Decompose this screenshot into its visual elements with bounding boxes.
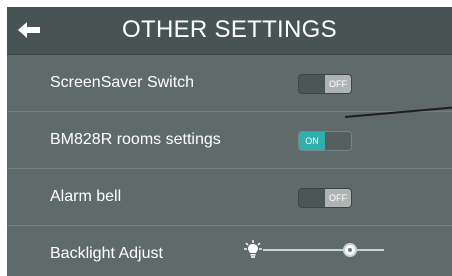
toggle-state-text: OFF [325, 189, 351, 207]
setting-label-bm828r: BM828R rooms settings [50, 131, 221, 148]
screensaver-toggle[interactable]: OFF [298, 74, 352, 94]
setting-row-backlight: Backlight Adjust [7, 226, 452, 276]
setting-label-backlight: Backlight Adjust [50, 245, 163, 262]
setting-row-bm828r: BM828R rooms settings ON [7, 112, 452, 169]
alarm-bell-toggle[interactable]: OFF [298, 188, 352, 208]
toggle-state-text: ON [299, 132, 325, 150]
setting-row-alarm-bell: Alarm bell OFF [7, 169, 452, 226]
bulb-icon [244, 240, 262, 258]
header-bar: OTHER SETTINGS [7, 7, 452, 55]
setting-label-alarm-bell: Alarm bell [50, 188, 122, 205]
page-title: OTHER SETTINGS [122, 16, 337, 43]
backlight-slider-track[interactable] [263, 249, 384, 251]
backlight-slider-thumb[interactable] [343, 243, 358, 257]
bm828r-rooms-toggle[interactable]: ON [298, 131, 352, 151]
setting-label-screensaver: ScreenSaver Switch [50, 74, 195, 91]
setting-row-screensaver: ScreenSaver Switch OFF [7, 55, 452, 112]
settings-screen: OTHER SETTINGS ScreenSaver Switch OFF BM… [7, 7, 452, 276]
toggle-state-text: OFF [325, 75, 351, 93]
